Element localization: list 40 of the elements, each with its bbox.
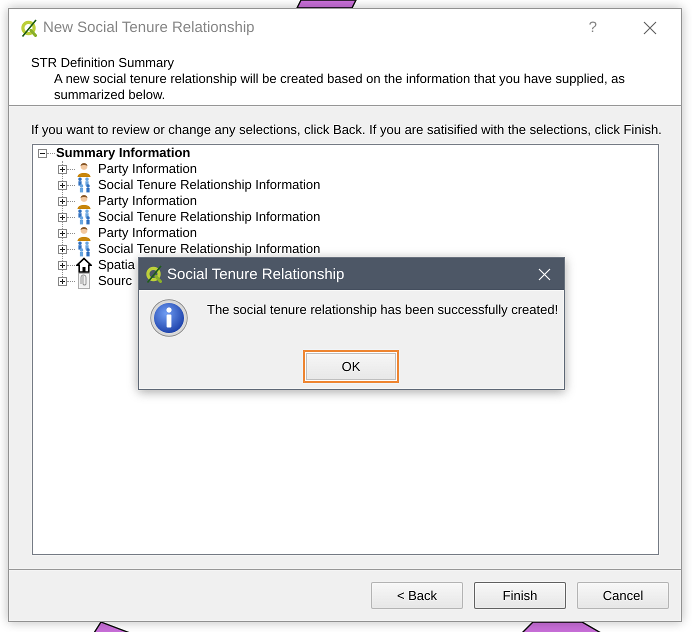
message-text: The social tenure relationship has been successfully created! bbox=[207, 302, 558, 318]
expand-icon[interactable] bbox=[58, 180, 67, 190]
cancel-button[interactable]: Cancel bbox=[577, 582, 669, 609]
expand-icon[interactable] bbox=[58, 164, 67, 174]
tree-item-label[interactable]: Social Tenure Relationship Information bbox=[98, 209, 320, 225]
instruction-text: If you want to review or change any selections, click Back. If you are satisified with the selections, click Finish. bbox=[30, 122, 663, 138]
person-icon bbox=[76, 161, 92, 177]
page-description: A new social tenure relationship will be created based on the information that you have supplied, as summarized below. bbox=[54, 71, 626, 103]
collapse-icon[interactable] bbox=[38, 148, 47, 158]
tree-item-label[interactable]: Social Tenure Relationship Information bbox=[98, 241, 320, 257]
window-title: New Social Tenure Relationship bbox=[43, 19, 255, 36]
tree-item-label[interactable]: Social Tenure Relationship Information bbox=[98, 177, 320, 193]
message-title: Social Tenure Relationship bbox=[167, 266, 344, 282]
document-icon bbox=[76, 273, 92, 289]
person-icon bbox=[76, 193, 92, 209]
tree-item-label[interactable]: Spatia bbox=[98, 257, 135, 273]
logo-icon bbox=[145, 265, 163, 283]
ok-button[interactable]: OK bbox=[303, 350, 399, 383]
expand-icon[interactable] bbox=[58, 228, 67, 238]
logo-icon bbox=[20, 18, 38, 36]
expand-icon[interactable] bbox=[58, 212, 67, 222]
info-icon bbox=[150, 299, 188, 337]
tree-item-label[interactable]: Party Information bbox=[98, 161, 197, 177]
expand-icon[interactable] bbox=[58, 276, 67, 286]
back-button[interactable]: < Back bbox=[371, 582, 463, 609]
expand-icon[interactable] bbox=[58, 260, 67, 270]
people-icon bbox=[76, 177, 92, 193]
house-icon bbox=[76, 257, 92, 273]
expand-icon[interactable] bbox=[58, 196, 67, 206]
finish-button[interactable]: Finish bbox=[474, 582, 566, 609]
expand-icon[interactable] bbox=[58, 244, 67, 254]
tree-item-label[interactable]: Summary Information bbox=[56, 145, 190, 161]
close-icon[interactable] bbox=[643, 20, 657, 34]
tree-item-label[interactable]: Party Information bbox=[98, 225, 197, 241]
person-icon bbox=[76, 225, 92, 241]
people-icon bbox=[76, 209, 92, 225]
tree-item-label[interactable]: Sourc bbox=[98, 273, 132, 289]
people-icon bbox=[76, 241, 92, 257]
tree-item-label[interactable]: Party Information bbox=[98, 193, 197, 209]
page-title: STR Definition Summary bbox=[31, 55, 176, 71]
